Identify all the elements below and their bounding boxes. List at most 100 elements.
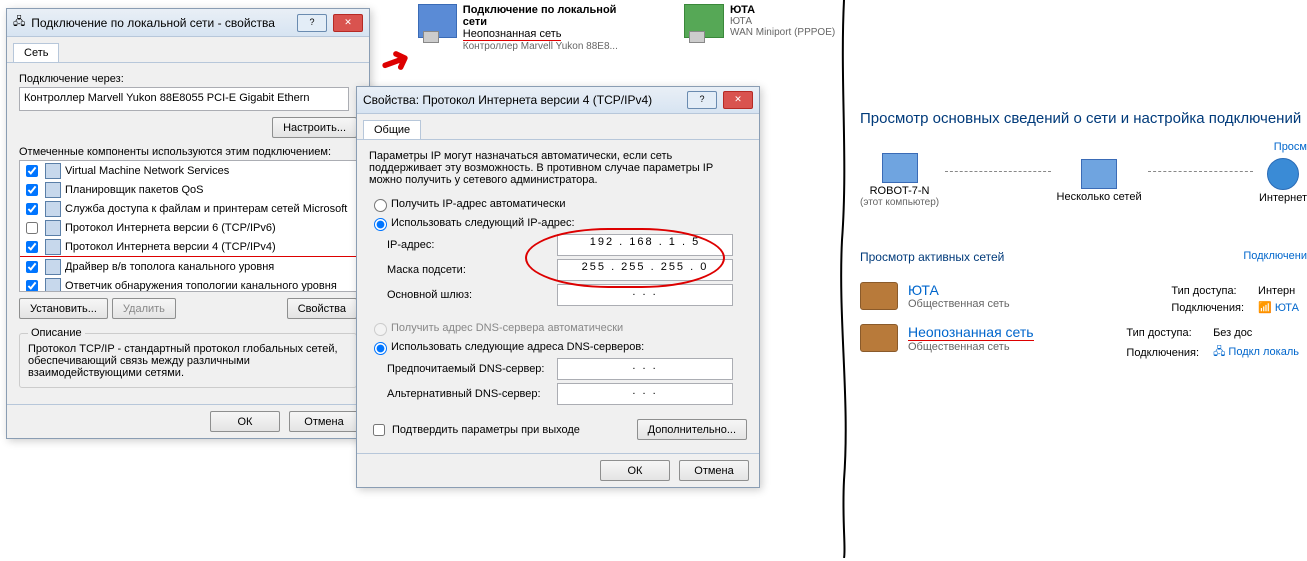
dns-manual-label: Использовать следующие адреса DNS-сервер… — [391, 341, 644, 353]
component-checkbox[interactable] — [26, 203, 38, 215]
tab-network[interactable]: Сеть — [13, 43, 59, 62]
dns-auto-label: Получить адрес DNS-сервера автоматически — [391, 322, 623, 334]
component-item[interactable]: Протокол Интернета версии 4 (TCP/IPv4) — [20, 237, 356, 257]
network-type: Общественная сеть — [908, 341, 1034, 353]
conn-link[interactable]: Подкл локаль — [1228, 346, 1299, 358]
network-name[interactable]: Неопознанная сеть — [908, 324, 1034, 341]
component-checkbox[interactable] — [26, 280, 38, 292]
access-value: Интерн — [1252, 284, 1305, 298]
dns2-field[interactable]: . . . — [557, 383, 733, 405]
install-button[interactable]: Установить... — [19, 298, 108, 319]
conn-label: Подключения: — [1120, 342, 1205, 363]
component-name: Драйвер в/в тополога канального уровня — [65, 261, 274, 273]
window-title: Свойства: Протокол Интернета версии 4 (T… — [363, 93, 681, 107]
dns2-label: Альтернативный DNS-сервер: — [387, 388, 557, 400]
computer-icon — [882, 153, 918, 183]
full-map-link[interactable]: Просм — [860, 141, 1307, 153]
component-item[interactable]: Драйвер в/в тополога канального уровня — [20, 257, 356, 276]
component-checkbox[interactable] — [26, 261, 38, 273]
help-button[interactable]: ? — [687, 91, 717, 109]
network-block-unknown: Неопознанная сеть Общественная сеть Тип … — [860, 324, 1307, 353]
dns1-field[interactable]: . . . — [557, 358, 733, 380]
protocol-icon — [45, 163, 61, 179]
yota-title: ЮТА — [730, 4, 835, 16]
annotation-circle — [525, 228, 725, 288]
dns-manual-radio[interactable] — [374, 342, 387, 355]
lan-device: Контроллер Marvell Yukon 88E8... — [463, 41, 638, 52]
component-item[interactable]: Служба доступа к файлам и принтерам сете… — [20, 199, 356, 218]
lan-properties-window: 🖧 Подключение по локальной сети - свойст… — [6, 8, 370, 439]
remove-button: Удалить — [112, 298, 176, 319]
protocol-icon — [45, 201, 61, 217]
protocol-icon — [45, 278, 61, 293]
component-name: Служба доступа к файлам и принтерам сете… — [65, 203, 347, 215]
yota-device: WAN Miniport (PPPOE) — [730, 27, 835, 38]
connections-link[interactable]: Подключени — [1243, 250, 1307, 268]
map-node-internet: Интернет — [1259, 158, 1307, 204]
component-checkbox[interactable] — [26, 241, 38, 253]
configure-button[interactable]: Настроить... — [272, 117, 357, 138]
component-item[interactable]: Ответчик обнаружения топологии канальног… — [20, 276, 356, 292]
cancel-button[interactable]: Отмена — [289, 411, 359, 432]
networks-icon — [1081, 159, 1117, 189]
component-item[interactable]: Virtual Machine Network Services — [20, 161, 356, 180]
annotation-arrow: ➜ — [374, 36, 417, 86]
component-checkbox[interactable] — [26, 184, 38, 196]
protocol-icon — [45, 182, 61, 198]
network-center-heading: Просмотр основных сведений о сети и наст… — [860, 110, 1307, 127]
ip-auto-label: Получить IP-адрес автоматически — [391, 198, 565, 210]
active-networks-heading: Просмотр активных сетей — [860, 250, 1004, 264]
bench-icon — [860, 324, 898, 352]
component-checkbox[interactable] — [26, 165, 38, 177]
component-name: Virtual Machine Network Services — [65, 165, 229, 177]
window-title: Подключение по локальной сети - свойства — [31, 16, 291, 30]
ok-button[interactable]: ОК — [210, 411, 280, 432]
component-name: Ответчик обнаружения топологии канальног… — [65, 280, 337, 292]
yota-status: ЮТА — [730, 16, 835, 27]
description-text: Протокол TCP/IP - стандартный протокол г… — [28, 343, 348, 379]
protocol-icon — [45, 239, 61, 255]
protocol-icon — [45, 220, 61, 236]
annotation-divider — [834, 0, 854, 558]
lan-status: Неопознанная сеть — [463, 28, 562, 41]
connect-via-label: Подключение через: — [19, 73, 357, 85]
cancel-button[interactable]: Отмена — [679, 460, 749, 481]
info-text: Параметры IP могут назначаться автоматич… — [369, 150, 747, 186]
tab-general[interactable]: Общие — [363, 120, 421, 139]
close-button[interactable]: ✕ — [333, 14, 363, 32]
validate-label: Подтвердить параметры при выходе — [392, 424, 580, 436]
dns-auto-radio — [374, 323, 387, 336]
adapter-field[interactable]: Контроллер Marvell Yukon 88E8055 PCI-E G… — [19, 87, 349, 111]
ip-auto-radio[interactable] — [374, 199, 387, 212]
validate-checkbox[interactable] — [373, 424, 385, 436]
ip-manual-radio[interactable] — [374, 218, 387, 231]
advanced-button[interactable]: Дополнительно... — [637, 419, 747, 440]
network-item-yota[interactable]: ЮТА ЮТА WAN Miniport (PPPOE) — [684, 4, 904, 38]
lan-title: Подключение по локальной сети — [463, 4, 638, 28]
network-type: Общественная сеть — [908, 298, 1010, 310]
protocol-icon — [45, 259, 61, 275]
network-center-panel: Просмотр основных сведений о сети и наст… — [860, 110, 1307, 367]
properties-button[interactable]: Свойства — [287, 298, 357, 319]
ok-button[interactable]: ОК — [600, 460, 670, 481]
gateway-label: Основной шлюз: — [387, 289, 557, 301]
conn-link[interactable]: ЮТА — [1275, 302, 1299, 314]
components-list[interactable]: Virtual Machine Network Services Планиров… — [19, 160, 357, 292]
conn-label: Подключения: — [1165, 300, 1250, 315]
network-name[interactable]: ЮТА — [908, 282, 1010, 298]
component-item[interactable]: Протокол Интернета версии 6 (TCP/IPv6) — [20, 218, 356, 237]
component-name: Протокол Интернета версии 6 (TCP/IPv6) — [65, 222, 276, 234]
dns1-label: Предпочитаемый DNS-сервер: — [387, 363, 557, 375]
help-button[interactable]: ? — [297, 14, 327, 32]
bench-icon — [860, 282, 898, 310]
ip-manual-label: Использовать следующий IP-адрес: — [391, 217, 575, 229]
component-item[interactable]: Планировщик пакетов QoS — [20, 180, 356, 199]
access-label: Тип доступа: — [1120, 326, 1205, 340]
network-item-lan[interactable]: Подключение по локальной сети Неопознанн… — [418, 4, 638, 52]
close-button[interactable]: ✕ — [723, 91, 753, 109]
wan-icon — [684, 4, 724, 38]
globe-icon — [1267, 158, 1299, 190]
description-label: Описание — [28, 327, 85, 339]
component-checkbox[interactable] — [26, 222, 38, 234]
window-icon: 🖧 — [13, 13, 25, 32]
